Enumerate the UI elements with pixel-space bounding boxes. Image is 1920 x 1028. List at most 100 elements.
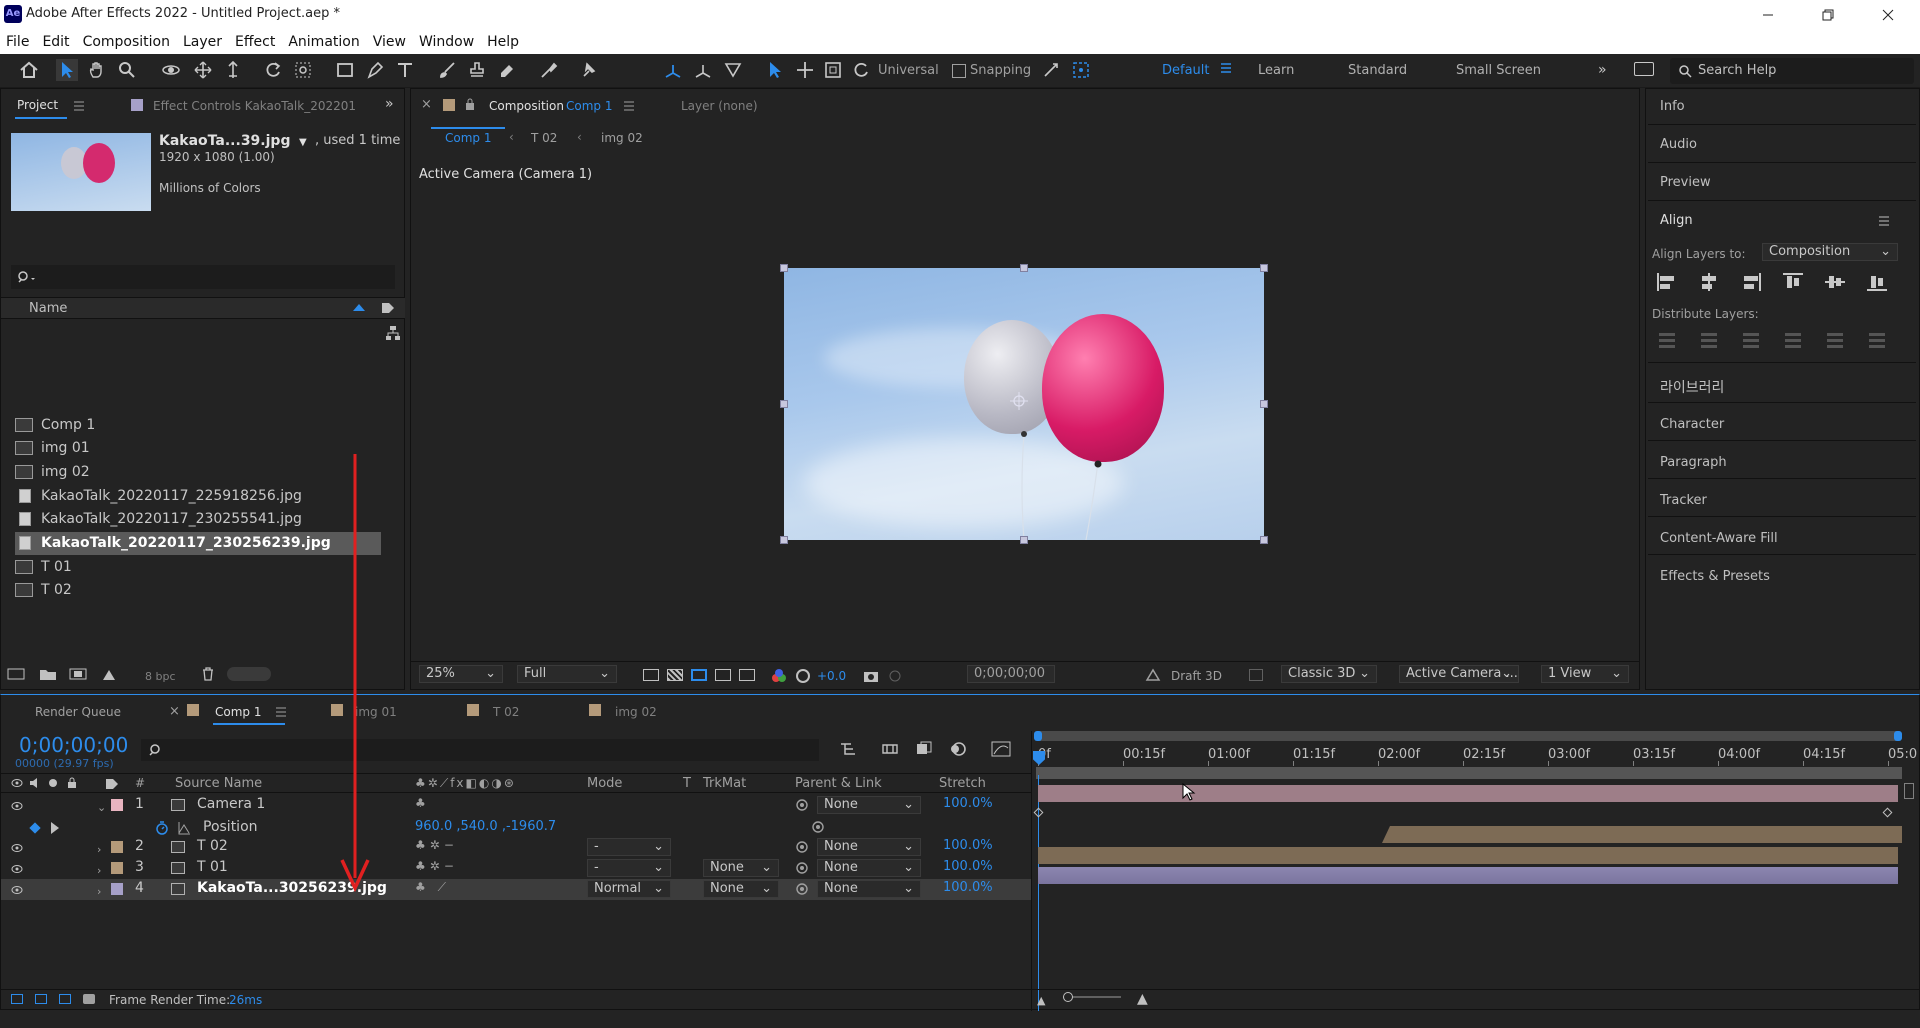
work-area-end-handle[interactable] bbox=[1894, 731, 1902, 741]
flowchart-icon[interactable] bbox=[385, 325, 401, 341]
tab-project[interactable]: Project bbox=[17, 98, 58, 112]
column-name[interactable]: Name bbox=[29, 301, 67, 316]
layer-name[interactable]: T 01 bbox=[197, 859, 228, 875]
layer-switches-icons[interactable]: ♣ ⟋ bbox=[415, 880, 450, 895]
header-source-name[interactable]: Source Name bbox=[175, 776, 262, 791]
graph-editor-icon[interactable] bbox=[991, 741, 1011, 757]
exposure-value[interactable]: +0.0 bbox=[817, 669, 846, 683]
breadcrumb-img02[interactable]: img 02 bbox=[601, 131, 643, 145]
interpret-footage-icon[interactable] bbox=[7, 667, 25, 681]
local-axis-mode[interactable] bbox=[662, 59, 684, 81]
tab-composition-name[interactable]: Comp 1 bbox=[566, 99, 612, 113]
distribute-button[interactable] bbox=[1656, 330, 1678, 350]
mask-visibility-icon[interactable] bbox=[691, 669, 707, 681]
layer-switches-icon[interactable] bbox=[11, 994, 23, 1004]
workspace-learn[interactable]: Learn bbox=[1258, 63, 1294, 78]
expression-pickwhip-icon[interactable] bbox=[811, 820, 825, 834]
project-item[interactable]: KakaoTalk_20220117_230256239.jpg bbox=[15, 531, 381, 555]
tab-timeline-img02[interactable]: img 02 bbox=[615, 705, 657, 719]
snapshot-icon[interactable] bbox=[863, 669, 879, 683]
roto-brush-tool[interactable] bbox=[538, 59, 560, 81]
camera-view-dropdown[interactable]: Active Camera ... ⌄ bbox=[1399, 665, 1519, 683]
label-column-icon[interactable] bbox=[105, 778, 119, 790]
distribute-button[interactable] bbox=[1824, 330, 1846, 350]
stopwatch-icon[interactable] bbox=[155, 821, 169, 835]
panel-overflow-icon[interactable]: » bbox=[385, 96, 394, 112]
composition-viewer[interactable] bbox=[784, 268, 1264, 540]
t02-layer-bar[interactable] bbox=[1382, 826, 1902, 843]
channel-icon[interactable] bbox=[771, 668, 787, 684]
parent-pickwhip-icon[interactable] bbox=[795, 840, 809, 854]
delete-icon[interactable] bbox=[201, 667, 215, 681]
layer-switches-icons[interactable]: ♣✲− bbox=[415, 838, 458, 852]
graph-icon[interactable] bbox=[177, 821, 191, 835]
close-timeline-tab-icon[interactable]: × bbox=[169, 704, 180, 719]
menu-effect[interactable]: Effect bbox=[235, 34, 275, 50]
project-item[interactable]: img 02 bbox=[15, 460, 381, 483]
lock-column-icon[interactable] bbox=[67, 777, 77, 789]
transform-handle[interactable] bbox=[780, 536, 788, 544]
trkmat-dropdown[interactable]: None ⌄ bbox=[703, 880, 779, 898]
parent-dropdown[interactable]: None ⌄ bbox=[817, 859, 921, 877]
draft3d-timeline-icon[interactable] bbox=[881, 741, 899, 757]
universal-selection-tool[interactable] bbox=[764, 59, 786, 81]
mode-dropdown[interactable]: - ⌄ bbox=[587, 859, 671, 877]
zoom-dropdown[interactable]: 25% ⌄ bbox=[419, 665, 503, 683]
align-layers-to-dropdown[interactable]: Composition ⌄ bbox=[1762, 243, 1898, 261]
new-composition-icon[interactable] bbox=[69, 667, 87, 681]
work-area-start-handle[interactable] bbox=[1034, 731, 1042, 741]
pen-tool[interactable] bbox=[364, 59, 386, 81]
snapping-checkbox[interactable] bbox=[952, 64, 966, 78]
panel-character[interactable]: Character bbox=[1660, 417, 1724, 432]
menu-composition[interactable]: Composition bbox=[83, 34, 170, 50]
thumbnail-slider[interactable] bbox=[227, 667, 271, 681]
search-help-box[interactable]: Search Help bbox=[1670, 58, 1914, 84]
sort-ascending-icon[interactable] bbox=[353, 304, 365, 311]
project-search-input[interactable] bbox=[11, 265, 395, 289]
camera-out-marker[interactable] bbox=[1904, 783, 1914, 799]
timecode-display[interactable]: 0;00;00;00 bbox=[967, 665, 1055, 683]
menu-help[interactable]: Help bbox=[487, 34, 519, 50]
t01-layer-bar[interactable] bbox=[1038, 847, 1898, 864]
zoom-slider-knob[interactable] bbox=[1063, 992, 1073, 1002]
fast-previews-icon[interactable] bbox=[643, 669, 659, 681]
stretch-value[interactable]: 100.0% bbox=[943, 838, 993, 853]
comp-flowchart-icon[interactable] bbox=[839, 741, 859, 757]
eye-icon[interactable] bbox=[11, 843, 23, 853]
project-item[interactable]: KakaoTalk_20220117_230255541.jpg bbox=[15, 508, 381, 531]
solo-icon[interactable] bbox=[49, 779, 57, 787]
label-color-swatch[interactable] bbox=[111, 799, 123, 811]
time-ruler[interactable]: 0f00:15f01:00f01:15f02:00f02:15f03:00f03… bbox=[1032, 743, 1920, 766]
transform-handle[interactable] bbox=[1020, 264, 1028, 272]
distribute-button[interactable] bbox=[1740, 330, 1762, 350]
timeline-menu-icon[interactable] bbox=[275, 707, 287, 717]
type-tool[interactable] bbox=[394, 59, 416, 81]
eye-icon[interactable] bbox=[11, 801, 23, 811]
audio-toggle-icon[interactable] bbox=[29, 778, 41, 788]
parent-pickwhip-icon[interactable] bbox=[795, 861, 809, 875]
menu-file[interactable]: File bbox=[6, 34, 29, 50]
label-tag-icon[interactable] bbox=[381, 302, 395, 314]
menu-window[interactable]: Window bbox=[419, 34, 474, 50]
mode-dropdown[interactable]: Normal ⌄ bbox=[587, 880, 671, 898]
grid-guides-icon[interactable] bbox=[739, 669, 755, 681]
project-settings-icon[interactable] bbox=[101, 667, 117, 681]
panel-info[interactable]: Info bbox=[1660, 99, 1685, 114]
eye-icon[interactable] bbox=[11, 885, 23, 895]
layer-row[interactable]: › 2 T 02 ♣✲− - ⌄ None ⌄ 100.0% bbox=[1, 837, 1031, 858]
zoom-out-icon[interactable]: ▲ bbox=[1037, 994, 1045, 1007]
keyframe-end[interactable] bbox=[1882, 807, 1893, 818]
expand-toggle-icon[interactable]: › bbox=[97, 883, 101, 899]
align-menu-icon[interactable] bbox=[1878, 216, 1890, 226]
in-out-icon[interactable] bbox=[59, 994, 71, 1004]
motion-blur-icon[interactable] bbox=[949, 741, 967, 757]
anchor-point-icon[interactable] bbox=[1010, 392, 1028, 410]
transform-handle[interactable] bbox=[1260, 400, 1268, 408]
tab-render-queue[interactable]: Render Queue bbox=[35, 705, 121, 719]
distribute-button[interactable] bbox=[1698, 330, 1720, 350]
view-axis-mode[interactable] bbox=[722, 59, 744, 81]
pan-camera-tool[interactable] bbox=[192, 59, 214, 81]
menu-layer[interactable]: Layer bbox=[183, 34, 222, 50]
layer-switches-icons[interactable]: ♣ bbox=[415, 796, 430, 810]
layer-row[interactable]: ⌄ 1 Camera 1 ♣ None ⌄ 100.0% bbox=[1, 795, 1031, 816]
